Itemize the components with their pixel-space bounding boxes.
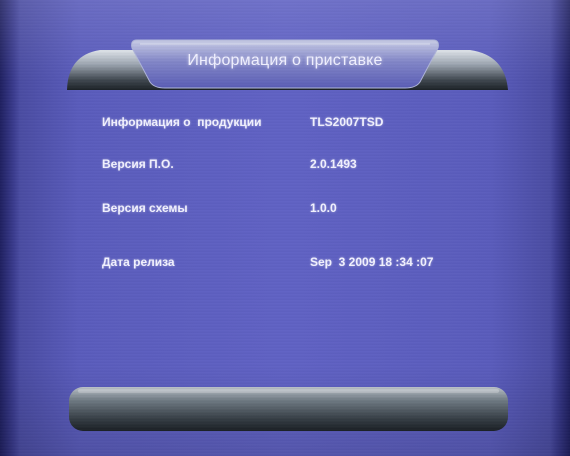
info-row-hardware-version: Версия схемы 1.0.0 (0, 201, 570, 221)
footer-bar (69, 387, 508, 431)
info-row-product: Информация о продукции TLS2007TSD (0, 115, 570, 135)
info-row-software-version: Версия П.О. 2.0.1493 (0, 157, 570, 177)
info-label: Версия схемы (102, 201, 188, 215)
info-label: Версия П.О. (102, 157, 174, 171)
info-value: 1.0.0 (310, 201, 337, 215)
tv-screen: Информация о приставке Информация о прод… (0, 0, 570, 456)
info-label: Информация о продукции (102, 115, 262, 129)
info-label: Дата релиза (102, 255, 175, 269)
header-banner (67, 39, 508, 90)
info-row-release-date: Дата релиза Sep 3 2009 18 :34 :07 (0, 255, 570, 275)
info-value: 2.0.1493 (310, 157, 357, 171)
info-value: Sep 3 2009 18 :34 :07 (310, 255, 434, 269)
info-value: TLS2007TSD (310, 115, 384, 129)
page-title: Информация о приставке (187, 52, 383, 69)
